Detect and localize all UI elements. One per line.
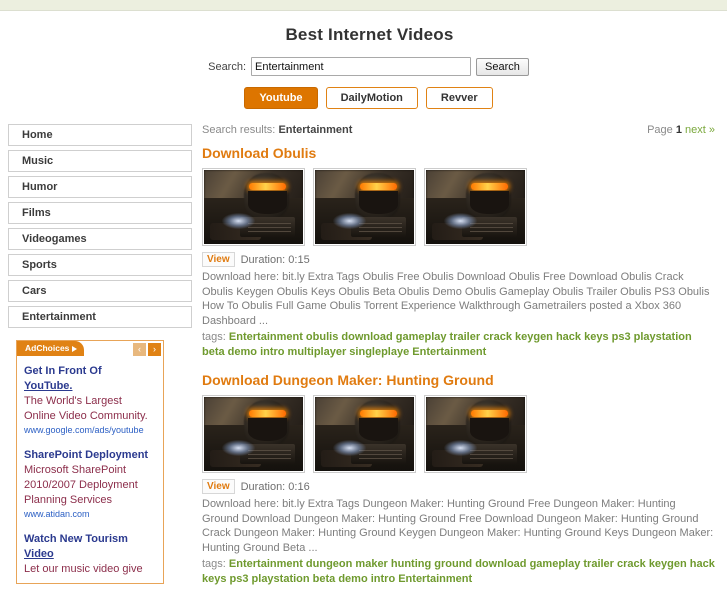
ad-title-text: SharePoint Deployment — [24, 449, 149, 461]
next-page-link[interactable]: next » — [685, 124, 715, 136]
result-item: Download Dungeon Maker: Hunting Ground V… — [202, 372, 715, 587]
ad-title-text: Get In Front Of — [24, 365, 102, 377]
result-item: Download Obulis View Duration: 0:15 Down… — [202, 145, 715, 360]
results-query: Entertainment — [278, 124, 353, 136]
ad-box-header: AdChoices ‹ › — [17, 341, 163, 356]
search-bar: Search: Search — [0, 57, 727, 76]
sidebar: Home Music Humor Films Videogames Sports… — [0, 124, 192, 599]
duration-label: Duration: 0:15 — [240, 253, 310, 266]
ad-title[interactable]: Get In Front Of YouTube. — [24, 364, 156, 394]
ad-title[interactable]: SharePoint Deployment — [24, 448, 156, 463]
sidebar-item-sports[interactable]: Sports — [8, 254, 192, 276]
ad-pager: ‹ › — [133, 341, 163, 356]
adchoices-triangle-icon — [72, 345, 78, 352]
result-tags[interactable]: Entertainment obulis download gameplay t… — [202, 331, 692, 358]
sidebar-item-cars[interactable]: Cars — [8, 280, 192, 302]
result-tags[interactable]: Entertainment dungeon maker hunting grou… — [202, 558, 715, 585]
ad-title[interactable]: Watch New Tourism Video — [24, 532, 156, 562]
sidebar-item-entertainment[interactable]: Entertainment — [8, 306, 192, 328]
ad-unit: Watch New Tourism Video Let our music vi… — [24, 532, 156, 577]
result-tags-line: tags: Entertainment dungeon maker huntin… — [202, 557, 715, 587]
results-content: Search results: Entertainment Page 1 nex… — [192, 124, 727, 599]
ad-description: Let our music video give — [24, 563, 143, 575]
video-thumbnail[interactable] — [202, 395, 305, 473]
result-tags-line: tags: Entertainment obulis download game… — [202, 330, 715, 360]
ad-unit: Get In Front Of YouTube. The World's Lar… — [24, 364, 156, 437]
results-label: Search results: — [202, 124, 276, 136]
duration-label: Duration: 0:16 — [240, 480, 310, 493]
source-tabs: Youtube DailyMotion Revver — [0, 87, 727, 109]
tags-label: tags: — [202, 331, 226, 343]
pagination: Page 1 next » — [647, 124, 715, 136]
page-root: Best Internet Videos Search: Search Yout… — [0, 11, 727, 585]
result-description: Download here: bit.ly Extra Tags Dungeon… — [202, 498, 714, 554]
tab-youtube[interactable]: Youtube — [244, 87, 318, 109]
sidebar-item-home[interactable]: Home — [8, 124, 192, 146]
ad-title-link[interactable]: Video — [24, 548, 54, 560]
result-thumbnails — [202, 168, 715, 246]
results-query-line: Search results: Entertainment — [202, 124, 352, 136]
video-thumbnail[interactable] — [424, 395, 527, 473]
result-meta: View Duration: 0:16 — [202, 479, 715, 494]
video-thumbnail[interactable] — [313, 395, 416, 473]
tags-label: tags: — [202, 558, 226, 570]
ad-list: Get In Front Of YouTube. The World's Lar… — [17, 356, 163, 583]
tab-dailymotion[interactable]: DailyMotion — [325, 87, 418, 109]
video-thumbnail[interactable] — [202, 168, 305, 246]
search-label: Search: — [208, 60, 247, 73]
result-title[interactable]: Download Obulis — [202, 145, 715, 161]
ad-description: Microsoft SharePoint 2010/2007 Deploymen… — [24, 464, 138, 506]
search-button[interactable]: Search — [476, 57, 529, 76]
adchoices-label: AdChoices — [25, 343, 70, 354]
results-bar: Search results: Entertainment Page 1 nex… — [202, 124, 715, 136]
ad-unit: SharePoint Deployment Microsoft SharePoi… — [24, 448, 156, 521]
ad-title-text: Watch New Tourism — [24, 533, 128, 545]
body-wrapper: Home Music Humor Films Videogames Sports… — [0, 124, 727, 599]
view-button[interactable]: View — [202, 479, 235, 494]
page-top-strip — [0, 0, 727, 11]
sidebar-nav: Home Music Humor Films Videogames Sports… — [8, 124, 192, 328]
page-number: 1 — [675, 124, 682, 136]
ad-box: AdChoices ‹ › Get In Front Of YouTube. T… — [16, 340, 164, 584]
page-title: Best Internet Videos — [285, 25, 454, 44]
video-thumbnail[interactable] — [424, 168, 527, 246]
sidebar-item-videogames[interactable]: Videogames — [8, 228, 192, 250]
video-thumbnail[interactable] — [313, 168, 416, 246]
ad-url[interactable]: www.atidan.com — [24, 508, 156, 521]
ad-title-link[interactable]: YouTube. — [24, 380, 72, 392]
result-title[interactable]: Download Dungeon Maker: Hunting Ground — [202, 372, 715, 388]
view-button[interactable]: View — [202, 252, 235, 267]
result-thumbnails — [202, 395, 715, 473]
result-description: Download here: bit.ly Extra Tags Obulis … — [202, 271, 710, 327]
ad-next-arrow-icon[interactable]: › — [148, 342, 161, 356]
tab-revver[interactable]: Revver — [425, 87, 493, 109]
sidebar-item-films[interactable]: Films — [8, 202, 192, 224]
result-meta: View Duration: 0:15 — [202, 252, 715, 267]
adchoices-button[interactable]: AdChoices — [17, 341, 85, 356]
page-label: Page — [647, 124, 673, 136]
site-header: Best Internet Videos Search: Search Yout… — [0, 11, 727, 109]
sidebar-item-music[interactable]: Music — [8, 150, 192, 172]
ad-url[interactable]: www.google.com/ads/youtube — [24, 424, 156, 437]
sidebar-item-humor[interactable]: Humor — [8, 176, 192, 198]
search-input[interactable] — [251, 57, 472, 76]
ad-description: The World's Largest Online Video Communi… — [24, 395, 148, 422]
ad-prev-arrow-icon[interactable]: ‹ — [133, 342, 146, 356]
